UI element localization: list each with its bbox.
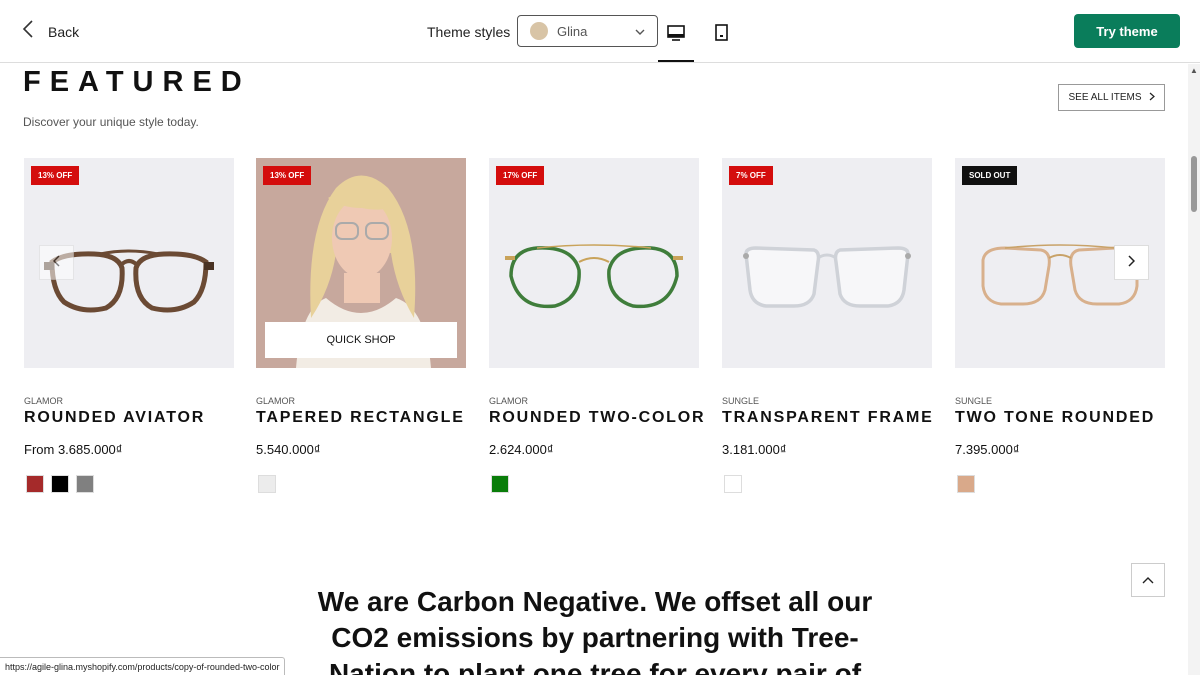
product-image[interactable]: 7% OFF — [722, 158, 932, 368]
color-swatch-gray[interactable] — [76, 475, 94, 493]
product-brand: SUNGLE — [955, 396, 993, 406]
product-brand: GLAMOR — [24, 396, 64, 406]
color-swatches — [955, 475, 1165, 493]
product-name[interactable]: ROUNDED TWO-COLOR — [489, 409, 704, 427]
see-all-label: SEE ALL ITEMS — [1068, 92, 1142, 103]
section-subtitle: Discover your unique style today. — [23, 115, 199, 129]
product-price: 5.540.000₫ — [256, 442, 321, 457]
back-to-top-button[interactable] — [1131, 563, 1165, 597]
product-price: 3.181.000₫ — [722, 442, 787, 457]
theme-style-value: Glina — [557, 23, 588, 39]
product-name[interactable]: TAPERED RECTANGLE — [256, 409, 466, 427]
color-swatch-red[interactable] — [26, 475, 44, 493]
color-swatches — [489, 475, 699, 493]
mobile-icon — [714, 24, 728, 46]
product-brand: GLAMOR — [489, 396, 529, 406]
theme-preview-toolbar: Back Theme styles Glina Try theme — [0, 0, 1200, 63]
transparent-frame-glasses-image — [743, 246, 911, 308]
scrollbar-thumb[interactable] — [1191, 156, 1197, 212]
product-card[interactable]: 13% OFF GLAMOR ROUNDED AVIATOR From 3.68… — [24, 158, 234, 493]
round-green-glasses-image — [505, 244, 683, 309]
color-swatches — [256, 475, 466, 493]
vertical-scrollbar[interactable]: ▲ — [1188, 64, 1200, 675]
see-all-items-button[interactable]: SEE ALL ITEMS — [1058, 84, 1165, 111]
back-button[interactable]: Back — [22, 20, 79, 43]
product-brand: GLAMOR — [256, 396, 296, 406]
section-title: FEATURED — [23, 66, 251, 98]
color-swatches — [24, 475, 234, 493]
back-label: Back — [48, 23, 80, 40]
product-name[interactable]: TWO TONE ROUNDED — [955, 409, 1165, 427]
product-image[interactable]: 13% OFF QUICK SHOP — [256, 158, 466, 368]
carousel-prev-button[interactable] — [39, 245, 74, 280]
theme-style-select[interactable]: Glina — [517, 15, 658, 47]
product-image[interactable]: 17% OFF — [489, 158, 699, 368]
color-swatch-green[interactable] — [491, 475, 509, 493]
desktop-icon — [667, 24, 685, 46]
carousel-next-button[interactable] — [1114, 245, 1149, 280]
discount-badge: 13% OFF — [263, 166, 312, 185]
try-theme-button[interactable]: Try theme — [1074, 14, 1180, 48]
desktop-view-button[interactable] — [665, 22, 687, 48]
product-name[interactable]: ROUNDED AVIATOR — [24, 409, 234, 427]
product-brand: SUNGLE — [722, 396, 760, 406]
product-card[interactable]: 17% OFF GLAMOR ROUNDED TWO-COLOR 2.624.0… — [489, 158, 704, 493]
carbon-negative-statement: We are Carbon Negative. We offset all ou… — [317, 586, 873, 675]
color-swatch-black[interactable] — [51, 475, 69, 493]
quick-shop-button[interactable]: QUICK SHOP — [265, 322, 457, 358]
link-status-bar: https://agile-glina.myshopify.com/produc… — [0, 657, 286, 675]
store-preview: FEATURED Discover your unique style toda… — [0, 64, 1188, 675]
color-swatch-light-gray[interactable] — [258, 475, 276, 493]
chevron-left-icon — [22, 20, 34, 43]
chevron-right-icon — [1149, 92, 1155, 104]
product-price: 2.624.000₫ — [489, 442, 554, 457]
active-device-indicator — [658, 60, 694, 62]
product-card[interactable]: SOLD OUT SUNGLE TWO TONE ROUNDED 7.395.0… — [955, 158, 1165, 493]
scroll-up-arrow-icon[interactable]: ▲ — [1190, 66, 1198, 75]
product-name[interactable]: TRANSPARENT FRAME — [722, 409, 932, 427]
product-card[interactable]: 7% OFF SUNGLE TRANSPARENT FRAME 3.181.00… — [722, 158, 932, 493]
chevron-right-icon — [1128, 254, 1136, 272]
chevron-up-icon — [1142, 571, 1154, 589]
color-swatches — [722, 475, 932, 493]
chevron-down-icon — [635, 22, 645, 40]
product-price: 7.395.000₫ — [955, 442, 1020, 457]
color-swatch-peach[interactable] — [957, 475, 975, 493]
mobile-view-button[interactable] — [710, 22, 732, 48]
product-card[interactable]: 13% OFF QUICK SHOP GLAMOR TAPERED RECTAN… — [256, 158, 466, 493]
theme-swatch — [530, 22, 548, 40]
product-price: From 3.685.000₫ — [24, 442, 123, 457]
color-swatch-white[interactable] — [724, 475, 742, 493]
theme-styles-label: Theme styles — [427, 24, 511, 40]
chevron-left-icon — [52, 254, 60, 272]
